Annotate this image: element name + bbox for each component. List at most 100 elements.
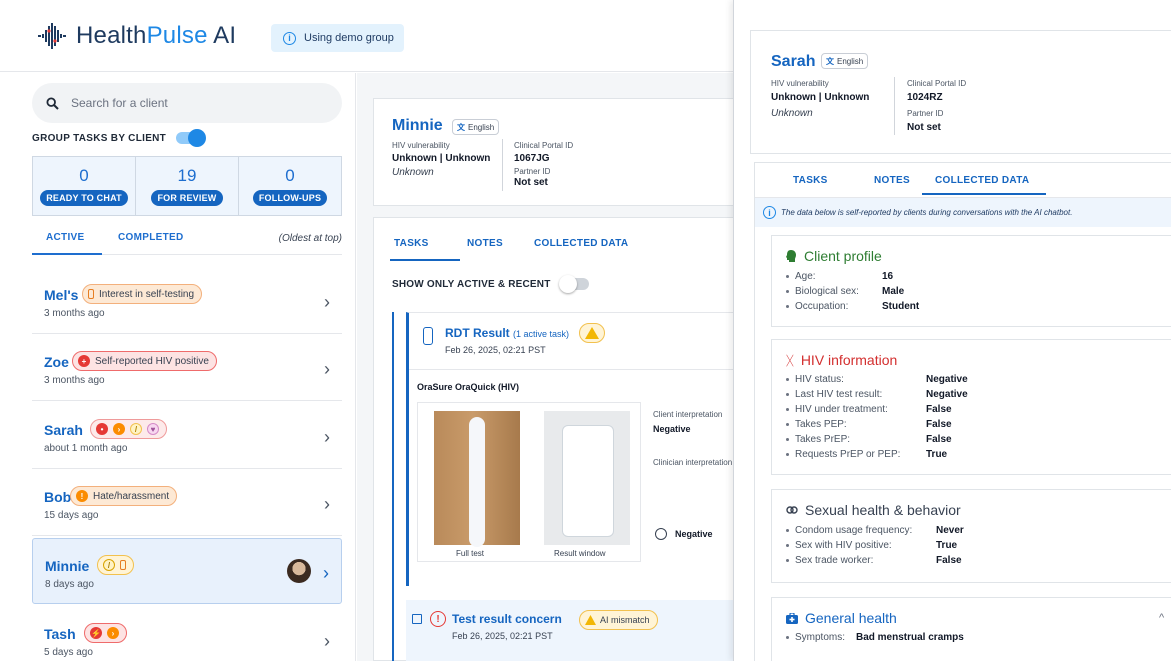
section-title: Sexual health & behavior — [786, 502, 961, 518]
client-header-card: Minnie 文 English HIV vulnerability Unkno… — [373, 98, 737, 206]
ribbon-icon: ᚷ — [786, 352, 794, 368]
test-kit-icon — [120, 560, 126, 570]
client-row-zoe[interactable]: Zoe + Self-reported HIV positive 3 month… — [32, 335, 342, 401]
row-value: Male — [882, 286, 905, 297]
stats-bar: 0 READY TO CHAT 19 FOR REVIEW 0 FOLLOW-U… — [32, 156, 342, 216]
group-by-client-toggle[interactable] — [176, 129, 207, 147]
client-name: Minnie — [45, 558, 90, 574]
task-checkbox[interactable] — [412, 614, 422, 624]
client-row-minnie[interactable]: Minnie / 8 days ago › — [32, 538, 342, 604]
rdt-date: Feb 26, 2025, 02:21 PST — [445, 345, 546, 355]
row-label: Takes PEP: — [795, 419, 847, 430]
partner-id-label: Partner ID — [514, 167, 551, 176]
language-chip[interactable]: 文 English — [452, 119, 500, 135]
tab-completed[interactable]: COMPLETED — [118, 232, 183, 243]
radio-negative[interactable] — [655, 528, 667, 540]
partner-id-value: Not set — [514, 177, 548, 188]
client-time: 8 days ago — [45, 579, 94, 590]
logo: HealthPulse AI — [36, 22, 236, 50]
tab-active[interactable]: ACTIVE — [46, 232, 84, 243]
row-value: Negative — [926, 374, 968, 385]
test-stick-shape — [469, 417, 485, 547]
active-tab-indicator — [390, 259, 460, 261]
tab-notes[interactable]: NOTES — [467, 238, 503, 249]
test-result-concern-task[interactable]: ! Test result concern AI mismatch Feb 26… — [406, 600, 740, 661]
test-kit-icon — [88, 289, 94, 299]
client-row-sarah[interactable]: Sarah • › / ♥ about 1 month ago › — [32, 403, 342, 469]
client-name: Sarah — [44, 422, 83, 438]
client-list-tabs: ACTIVE COMPLETED (Oldest at top) — [32, 225, 342, 255]
tab-tasks[interactable]: TASKS — [793, 175, 828, 186]
clock-icon: › — [113, 423, 125, 435]
section-hiv-information: ᚷ HIV information HIV status: Negative La… — [771, 339, 1171, 475]
portal-id-value: 1024RZ — [907, 92, 943, 103]
client-row-bob[interactable]: Bob ! Hate/harassment 15 days ago › — [32, 470, 342, 536]
scroll-up-icon[interactable]: ^ — [1159, 612, 1164, 624]
tag-hate-harassment: ! Hate/harassment — [70, 486, 178, 506]
row-value: False — [926, 404, 952, 415]
language-label: English — [468, 122, 495, 132]
language-label: English — [837, 56, 864, 66]
sort-order-note[interactable]: (Oldest at top) — [279, 233, 342, 244]
partner-id-label: Partner ID — [907, 109, 944, 118]
row-hiv-treatment: HIV under treatment: False — [786, 404, 952, 415]
client-name-heading: Sarah — [771, 53, 816, 70]
row-value: 16 — [882, 271, 894, 282]
result-window-photo[interactable] — [544, 411, 630, 545]
language-chip[interactable]: 文 English — [821, 53, 869, 69]
show-active-toggle[interactable] — [558, 275, 589, 293]
client-name: Mel's — [44, 287, 79, 303]
bullet — [786, 635, 789, 639]
ai-mismatch-label: AI mismatch — [600, 615, 650, 625]
hiv-vulnerability-note: Unknown — [771, 108, 813, 119]
tab-notes[interactable]: NOTES — [874, 175, 910, 186]
portal-id-label: Clinical Portal ID — [514, 141, 574, 150]
row-label: Symptoms: — [795, 632, 846, 643]
pill-icon: / — [103, 559, 115, 571]
concern-date: Feb 26, 2025, 02:21 PST — [452, 631, 553, 641]
client-time: 3 months ago — [44, 375, 105, 386]
bullet — [786, 304, 789, 308]
stat-follow-ups[interactable]: 0 FOLLOW-UPS — [239, 157, 341, 215]
tab-collected-data[interactable]: COLLECTED DATA — [935, 175, 1029, 186]
collected-data-panel: Sarah 文 English HIV vulnerability Unknow… — [733, 0, 1171, 661]
sexual-health-icon — [786, 506, 798, 514]
search-input[interactable]: Search for a client — [32, 83, 342, 123]
stat-for-review[interactable]: 19 FOR REVIEW — [136, 157, 239, 215]
rdt-title-text: RDT Result — [445, 326, 510, 340]
tab-collected-data[interactable]: COLLECTED DATA — [534, 238, 628, 249]
row-label: Sex with HIV positive: — [795, 540, 892, 551]
tab-tasks[interactable]: TASKS — [394, 238, 429, 249]
rdt-subtitle: (1 active task) — [513, 329, 570, 339]
hiv-vulnerability-label: HIV vulnerability — [392, 141, 450, 150]
client-interpretation-value: Negative — [653, 424, 691, 434]
full-test-photo[interactable] — [434, 411, 520, 547]
stat-count: 19 — [177, 166, 197, 185]
active-tab-indicator — [32, 253, 102, 255]
row-last-hiv-test: Last HIV test result: Negative — [786, 389, 968, 400]
row-label: Sex trade worker: — [795, 555, 874, 566]
stat-count: 0 — [285, 166, 295, 185]
healthpulse-logo-icon — [38, 23, 66, 49]
row-condom-usage: Condom usage frequency: Never — [786, 525, 964, 536]
heart-icon: ♥ — [147, 423, 159, 435]
client-row-mels[interactable]: Mel's Interest in self-testing 3 months … — [32, 268, 342, 334]
row-value: Bad menstrual cramps — [856, 632, 964, 643]
rdt-result-task[interactable]: RDT Result (1 active task) Feb 26, 2025,… — [406, 312, 740, 587]
test-name: OraSure OraQuick (HIV) — [417, 382, 520, 392]
demo-group-notice[interactable]: i Using demo group — [271, 24, 404, 52]
row-label: Age: — [795, 271, 816, 282]
bullet — [786, 289, 789, 293]
section-client-profile: Client profile Age: 16 Biological sex: Mal… — [771, 235, 1171, 327]
demo-group-label: Using demo group — [304, 32, 394, 44]
tag-group-icons: ⚡ › — [84, 623, 127, 643]
client-name: Tash — [44, 626, 76, 642]
section-title-text: Sexual health & behavior — [805, 502, 961, 518]
clock-icon: › — [107, 627, 119, 639]
stat-ready-to-chat[interactable]: 0 READY TO CHAT — [33, 157, 136, 215]
result-window-caption: Result window — [554, 549, 606, 558]
partner-id-value: Not set — [907, 122, 941, 133]
client-row-tash[interactable]: Tash ⚡ › 5 days ago › — [32, 607, 342, 661]
translate-icon: 文 — [457, 122, 465, 132]
client-time: 3 months ago — [44, 308, 105, 319]
